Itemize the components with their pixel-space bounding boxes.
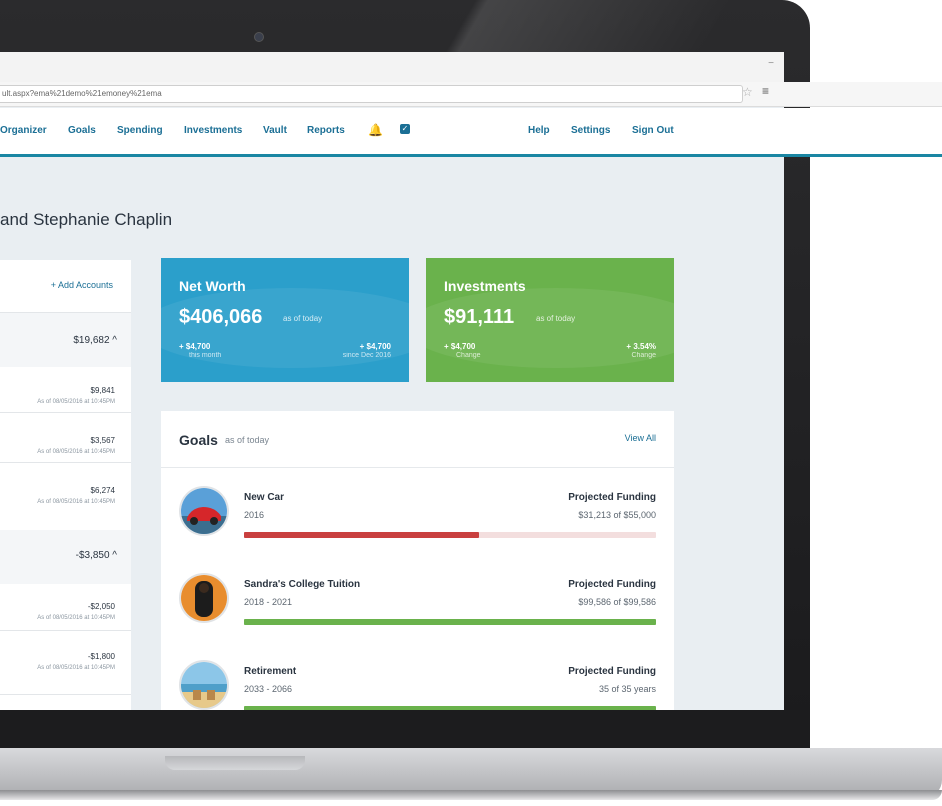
screen-bezel-bottom <box>0 710 810 750</box>
goals-as-of: as of today <box>225 435 270 445</box>
goal-progress-track <box>244 619 656 625</box>
divider <box>0 630 131 631</box>
top-navbar: Organizer Goals Spending Investments Vau… <box>0 108 942 157</box>
goal-name: Sandra's College Tuition <box>244 579 361 590</box>
nav-organizer[interactable]: Organizer <box>0 125 47 136</box>
nav-spending[interactable]: Spending <box>117 125 163 136</box>
account-group-total: -$3,850 ^ <box>75 550 117 561</box>
account-amount: -$2,050 <box>87 602 115 611</box>
account-group-header[interactable]: $19,682 ^ <box>0 313 131 367</box>
browser-menu-icon[interactable]: ≡ <box>762 84 769 98</box>
investments-percent-label: Change <box>631 352 656 359</box>
net-worth-since-change: + $4,700 <box>359 342 391 351</box>
goal-progress-track <box>244 532 656 538</box>
account-amount: $3,567 <box>90 436 115 445</box>
goal-row[interactable]: New Car 2016 Projected Funding $31,213 o… <box>161 486 674 574</box>
webcam <box>254 32 264 42</box>
goal-funding-label: Projected Funding <box>568 579 656 590</box>
goal-funding-label: Projected Funding <box>568 492 656 503</box>
graduate-photo-icon <box>179 573 229 623</box>
goal-funding-value: 35 of 35 years <box>598 684 656 694</box>
address-bar: ult.aspx?ema%21demo%21emoney%21ema <box>0 82 942 107</box>
goal-years: 2016 <box>244 510 265 520</box>
goal-name: Retirement <box>244 666 297 677</box>
nav-reports[interactable]: Reports <box>307 125 345 136</box>
net-worth-since-label: since Dec 2016 <box>342 352 391 359</box>
browser-tabstrip: − <box>0 52 784 83</box>
base-edge <box>0 790 942 800</box>
net-worth-value: $406,066 <box>179 306 263 328</box>
net-worth-as-of: as of today <box>283 314 323 323</box>
nav-settings[interactable]: Settings <box>571 125 610 136</box>
goal-progress-fill <box>244 532 479 538</box>
investments-as-of: as of today <box>536 314 576 323</box>
account-amount: $9,841 <box>90 386 115 395</box>
divider <box>161 467 674 468</box>
account-date: As of 08/05/2016 at 10:45PM <box>37 449 115 455</box>
nav-investments[interactable]: Investments <box>184 125 242 136</box>
nav-sign-out[interactable]: Sign Out <box>632 125 674 136</box>
goal-name: New Car <box>244 492 285 503</box>
investments-dollar-label: Change <box>456 352 481 359</box>
view-all-link[interactable]: View All <box>625 433 656 443</box>
account-amount: $6,274 <box>90 486 115 495</box>
accounts-panel: + Add Accounts $19,682 ^ $9,841 As of 08… <box>0 260 131 720</box>
account-group-header[interactable]: -$3,850 ^ <box>0 530 131 584</box>
account-date: As of 08/05/2016 at 10:45PM <box>37 665 115 671</box>
page-title: and Stephanie Chaplin <box>0 210 173 229</box>
bell-icon[interactable]: 🔔 <box>368 123 383 137</box>
goals-title: Goals <box>179 432 218 448</box>
checklist-icon[interactable]: ✓ <box>400 124 410 134</box>
goal-row[interactable]: Sandra's College Tuition 2018 - 2021 Pro… <box>161 573 674 661</box>
net-worth-month-change: + $4,700 <box>179 342 211 351</box>
investments-value: $91,111 <box>444 306 515 328</box>
divider <box>0 462 131 463</box>
beach-photo-icon <box>179 660 229 710</box>
account-date: As of 08/05/2016 at 10:45PM <box>37 499 115 505</box>
goal-funding-value: $99,586 of $99,586 <box>578 597 656 607</box>
divider <box>0 694 131 695</box>
divider <box>0 412 131 413</box>
bookmark-star-icon[interactable]: ☆ <box>742 85 753 99</box>
account-group-total: $19,682 ^ <box>73 335 117 346</box>
nav-vault[interactable]: Vault <box>263 125 287 136</box>
account-amount: -$1,800 <box>87 652 115 661</box>
browser-profile-icon[interactable]: − <box>768 58 774 69</box>
goal-years: 2033 - 2066 <box>244 684 293 694</box>
add-accounts-link[interactable]: + Add Accounts <box>51 280 113 290</box>
nav-goals[interactable]: Goals <box>68 125 96 136</box>
net-worth-card[interactable]: Net Worth $406,066 as of today + $4,700 … <box>161 258 409 382</box>
net-worth-title: Net Worth <box>179 278 246 294</box>
nav-help[interactable]: Help <box>528 125 550 136</box>
car-photo-icon <box>179 486 229 536</box>
goal-funding-label: Projected Funding <box>568 666 656 677</box>
investments-dollar-change: + $4,700 <box>444 342 476 351</box>
investments-percent-change: + 3.54% <box>626 342 656 351</box>
investments-card[interactable]: Investments $91,111 as of today + $4,700… <box>426 258 674 382</box>
account-date: As of 08/05/2016 at 10:45PM <box>37 399 115 405</box>
url-input[interactable]: ult.aspx?ema%21demo%21emoney%21ema <box>0 85 743 103</box>
base-notch <box>165 756 305 770</box>
account-date: As of 08/05/2016 at 10:45PM <box>37 615 115 621</box>
investments-title: Investments <box>444 278 526 294</box>
goals-panel: Goals as of today View All New Car 2016 … <box>161 411 674 731</box>
goal-years: 2018 - 2021 <box>244 597 293 607</box>
net-worth-month-label: this month <box>189 352 222 359</box>
goal-progress-fill <box>244 619 656 625</box>
goal-funding-value: $31,213 of $55,000 <box>578 510 656 520</box>
